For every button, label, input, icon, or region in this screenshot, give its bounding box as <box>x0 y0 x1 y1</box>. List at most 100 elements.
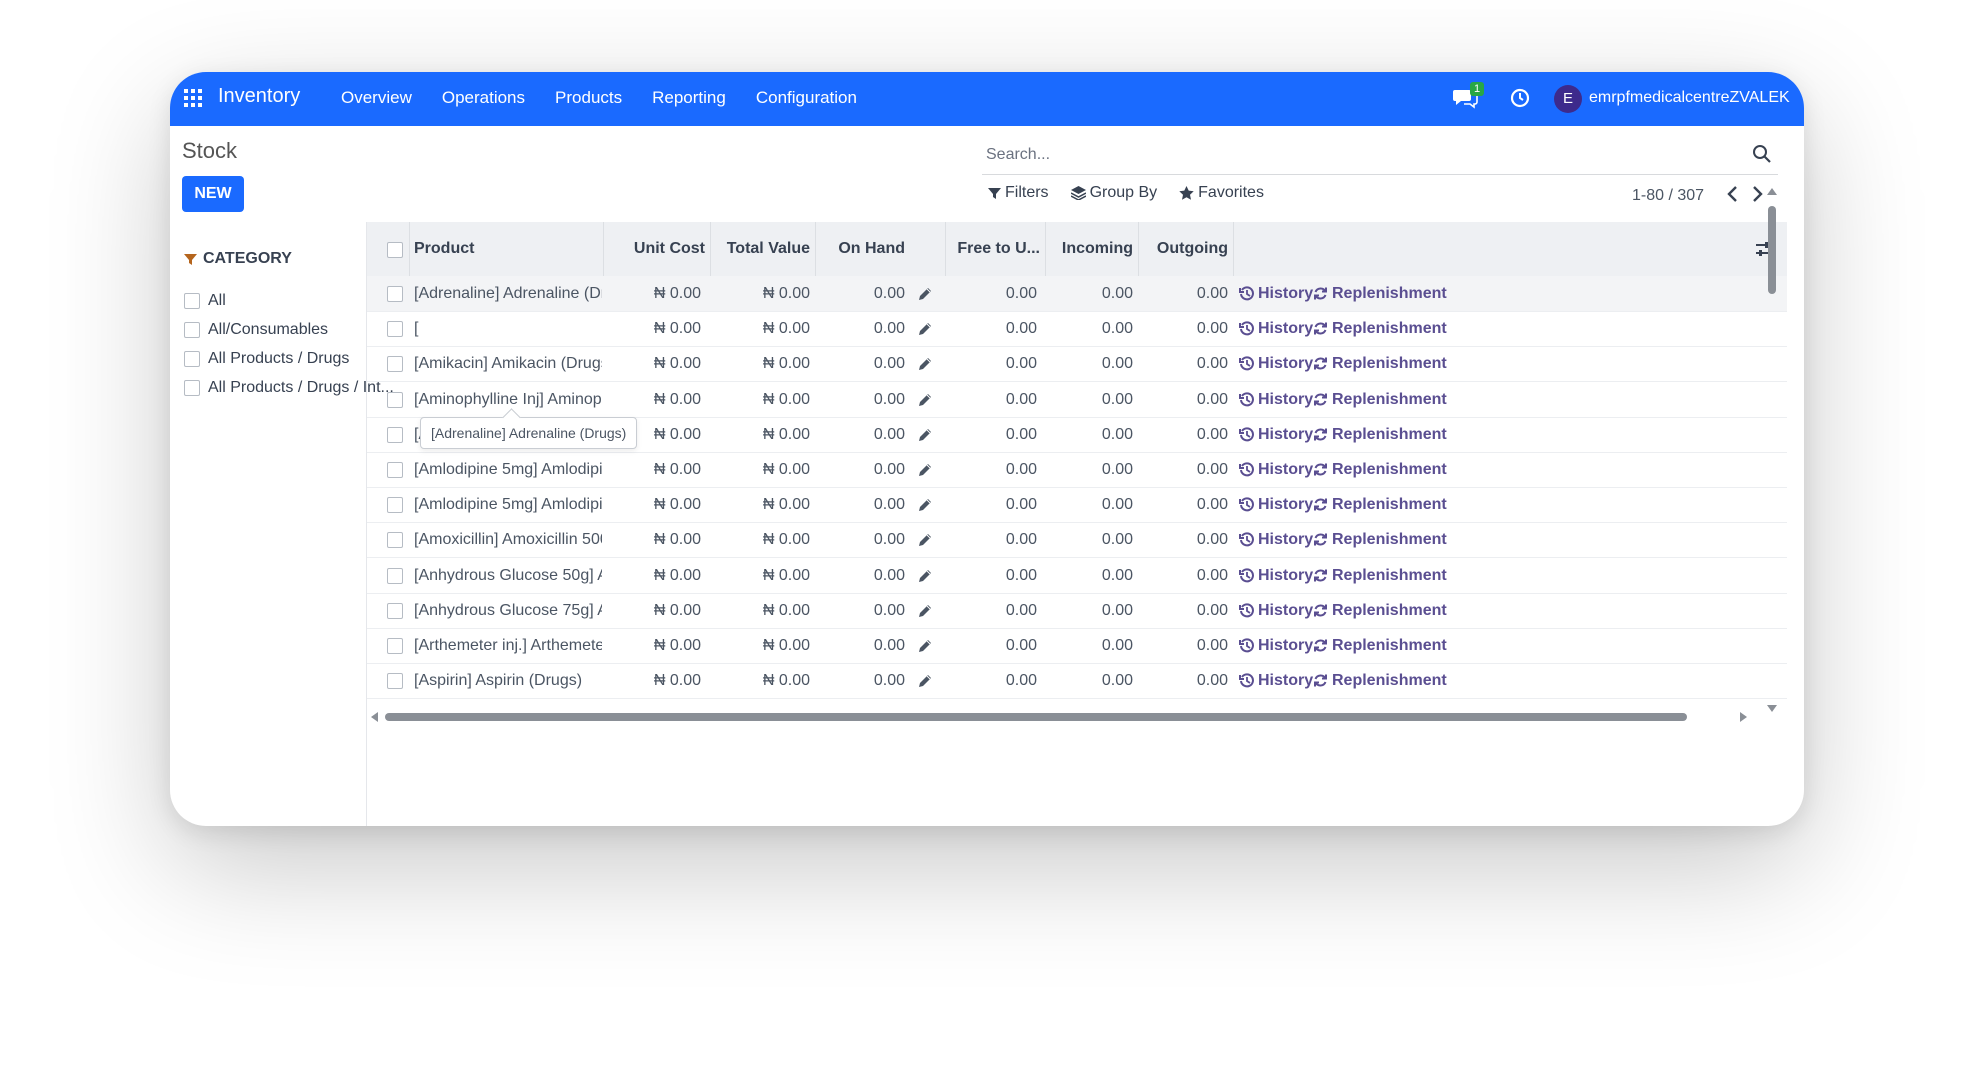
cell-product[interactable]: [Amlodipine 5mg] Amlodipin... <box>414 487 602 522</box>
table-row[interactable]: [Amlodipine 5mg] Amlodipin... ₦ 0.00 ₦ 0.0… <box>367 487 1787 524</box>
row-checkbox[interactable] <box>387 673 403 690</box>
horizontal-scrollbar[interactable] <box>367 709 1804 725</box>
col-total-value[interactable]: Total Value <box>710 222 810 276</box>
table-row[interactable]: [Aspirin] Aspirin (Drugs) ₦ 0.00 ₦ 0.00 0.0… <box>367 663 1787 700</box>
replenishment-button[interactable]: Replenishment <box>1313 487 1447 522</box>
category-item-drugs-int[interactable]: All Products / Drugs / Int... <box>184 379 394 397</box>
history-button[interactable]: History <box>1239 311 1313 346</box>
replenishment-button[interactable]: Replenishment <box>1313 452 1447 487</box>
table-row[interactable]: [Anhydrous Glucose 75g] Anh... ₦ 0.00 ₦ 0.… <box>367 593 1787 629</box>
history-button[interactable]: History <box>1239 452 1313 487</box>
pencil-icon[interactable] <box>917 356 933 372</box>
history-button[interactable]: History <box>1239 628 1313 663</box>
cell-product[interactable]: [Arthemeter inj.] Arthemeter i... <box>414 628 602 663</box>
category-item-drugs[interactable]: All Products / Drugs <box>184 350 349 368</box>
search-icon[interactable] <box>1752 144 1772 164</box>
cell-product[interactable]: [Anhydrous Glucose 50g] Anh... <box>414 558 602 593</box>
row-checkbox[interactable] <box>387 638 403 654</box>
row-checkbox[interactable] <box>387 462 403 478</box>
table-row[interactable]: [Amlodipine 5mg] Amlodipin... ₦ 0.00 ₦ 0.0… <box>367 452 1787 488</box>
row-checkbox[interactable] <box>387 532 403 549</box>
group-by-toggle[interactable]: Group By <box>1070 184 1157 202</box>
row-checkbox[interactable] <box>387 356 403 373</box>
table-row[interactable]: [Adrenaline] Adrenaline (Drugs) ₦ 0.00 ₦ 0… <box>367 276 1787 312</box>
replenishment-button[interactable]: Replenishment <box>1313 417 1447 452</box>
horizontal-scroll-thumb[interactable] <box>385 713 1687 721</box>
history-button[interactable]: History <box>1239 276 1313 311</box>
replenishment-button[interactable]: Replenishment <box>1313 382 1447 417</box>
history-button[interactable]: History <box>1239 417 1313 452</box>
pager-value[interactable]: 1-80 / 307 <box>1632 187 1704 205</box>
history-button[interactable]: History <box>1239 382 1313 417</box>
filters-toggle[interactable]: Filters <box>988 184 1049 202</box>
replenishment-button[interactable]: Replenishment <box>1313 558 1447 593</box>
row-checkbox[interactable] <box>387 602 403 619</box>
pencil-icon[interactable] <box>917 392 933 408</box>
history-button[interactable]: History <box>1239 558 1313 593</box>
table-row[interactable]: [Amoxicillin] Amoxicillin 500... ₦ 0.00 ₦ … <box>367 522 1787 559</box>
cell-product[interactable]: [ <box>414 311 602 346</box>
col-outgoing[interactable]: Outgoing <box>1138 222 1228 276</box>
activity-clock-icon[interactable] <box>1510 88 1530 108</box>
pencil-icon[interactable] <box>917 673 933 689</box>
replenishment-button[interactable]: Replenishment <box>1313 628 1447 663</box>
row-checkbox[interactable] <box>387 497 403 514</box>
history-button[interactable]: History <box>1239 522 1313 557</box>
history-button[interactable]: History <box>1239 663 1313 698</box>
replenishment-button[interactable]: Replenishment <box>1313 522 1447 557</box>
pencil-icon[interactable] <box>917 497 933 513</box>
cell-product[interactable]: [Amikacin] Amikacin (Drugs) <box>414 346 602 381</box>
col-incoming[interactable]: Incoming <box>1045 222 1133 276</box>
cell-product[interactable]: [Amoxicillin] Amoxicillin 500... <box>414 522 602 557</box>
category-checkbox[interactable] <box>184 351 200 367</box>
row-checkbox[interactable] <box>387 286 403 302</box>
col-product[interactable]: Product <box>414 222 474 276</box>
pencil-icon[interactable] <box>917 568 933 584</box>
replenishment-button[interactable]: Replenishment <box>1313 663 1447 698</box>
vertical-scroll-thumb[interactable] <box>1768 206 1776 294</box>
category-checkbox[interactable] <box>184 380 200 396</box>
cell-product[interactable]: [Amlodipine 5mg] Amlodipin... <box>414 452 602 487</box>
chevron-right-icon[interactable] <box>1750 185 1764 203</box>
category-checkbox[interactable] <box>184 293 200 309</box>
pencil-icon[interactable] <box>917 603 933 619</box>
table-row[interactable]: [Arthemeter inj.] Arthemeter i... ₦ 0.00 ₦… <box>367 628 1787 664</box>
pencil-icon[interactable] <box>917 427 933 443</box>
category-checkbox[interactable] <box>184 322 200 338</box>
row-checkbox[interactable] <box>387 391 403 408</box>
row-checkbox[interactable] <box>387 567 403 584</box>
cell-product[interactable]: [Aspirin] Aspirin (Drugs) <box>414 663 602 698</box>
replenishment-button[interactable]: Replenishment <box>1313 346 1447 381</box>
history-button[interactable]: History <box>1239 346 1313 381</box>
user-name[interactable]: emrpfmedicalcentreZVALEK <box>1589 89 1790 107</box>
col-on-hand[interactable]: On Hand <box>815 222 905 276</box>
col-free-to-use[interactable]: Free to U... <box>945 222 1040 276</box>
table-row[interactable]: [Aminophylline Inj] Aminophy...₦ 0.00₦ 0… <box>367 382 1787 418</box>
table-row[interactable]: [₦ 0.00 ₦ 0.00 0.00 0.00 0.00 0.00 History Repl… <box>367 311 1787 348</box>
cell-product[interactable]: [Adrenaline] Adrenaline (Drugs) <box>414 276 602 311</box>
pencil-icon[interactable] <box>917 286 933 302</box>
cell-product[interactable]: [Anhydrous Glucose 75g] Anh... <box>414 593 602 628</box>
favorites-toggle[interactable]: Favorites <box>1179 184 1264 202</box>
user-avatar[interactable]: E <box>1554 85 1582 113</box>
menu-operations[interactable]: Operations <box>442 88 525 108</box>
menu-reporting[interactable]: Reporting <box>652 88 726 108</box>
search-input[interactable] <box>982 142 1730 168</box>
pencil-icon[interactable] <box>917 462 933 478</box>
row-checkbox[interactable] <box>387 426 403 443</box>
app-brand[interactable]: Inventory <box>218 85 300 108</box>
history-button[interactable]: History <box>1239 593 1313 628</box>
apps-grid-icon[interactable] <box>184 89 202 107</box>
category-item-consumables[interactable]: All/Consumables <box>184 321 328 339</box>
vertical-scrollbar[interactable] <box>1765 188 1779 712</box>
table-row[interactable]: [Anhydrous Glucose 50g] Anh... ₦ 0.00 ₦ 0.… <box>367 558 1787 594</box>
menu-configuration[interactable]: Configuration <box>756 88 857 108</box>
replenishment-button[interactable]: Replenishment <box>1313 276 1447 311</box>
category-item-all[interactable]: All <box>184 292 226 310</box>
pencil-icon[interactable] <box>917 638 933 654</box>
col-unit-cost[interactable]: Unit Cost <box>603 222 705 276</box>
replenishment-button[interactable]: Replenishment <box>1313 311 1447 346</box>
pencil-icon[interactable] <box>917 321 933 337</box>
chevron-left-icon[interactable] <box>1726 185 1740 203</box>
menu-products[interactable]: Products <box>555 88 622 108</box>
